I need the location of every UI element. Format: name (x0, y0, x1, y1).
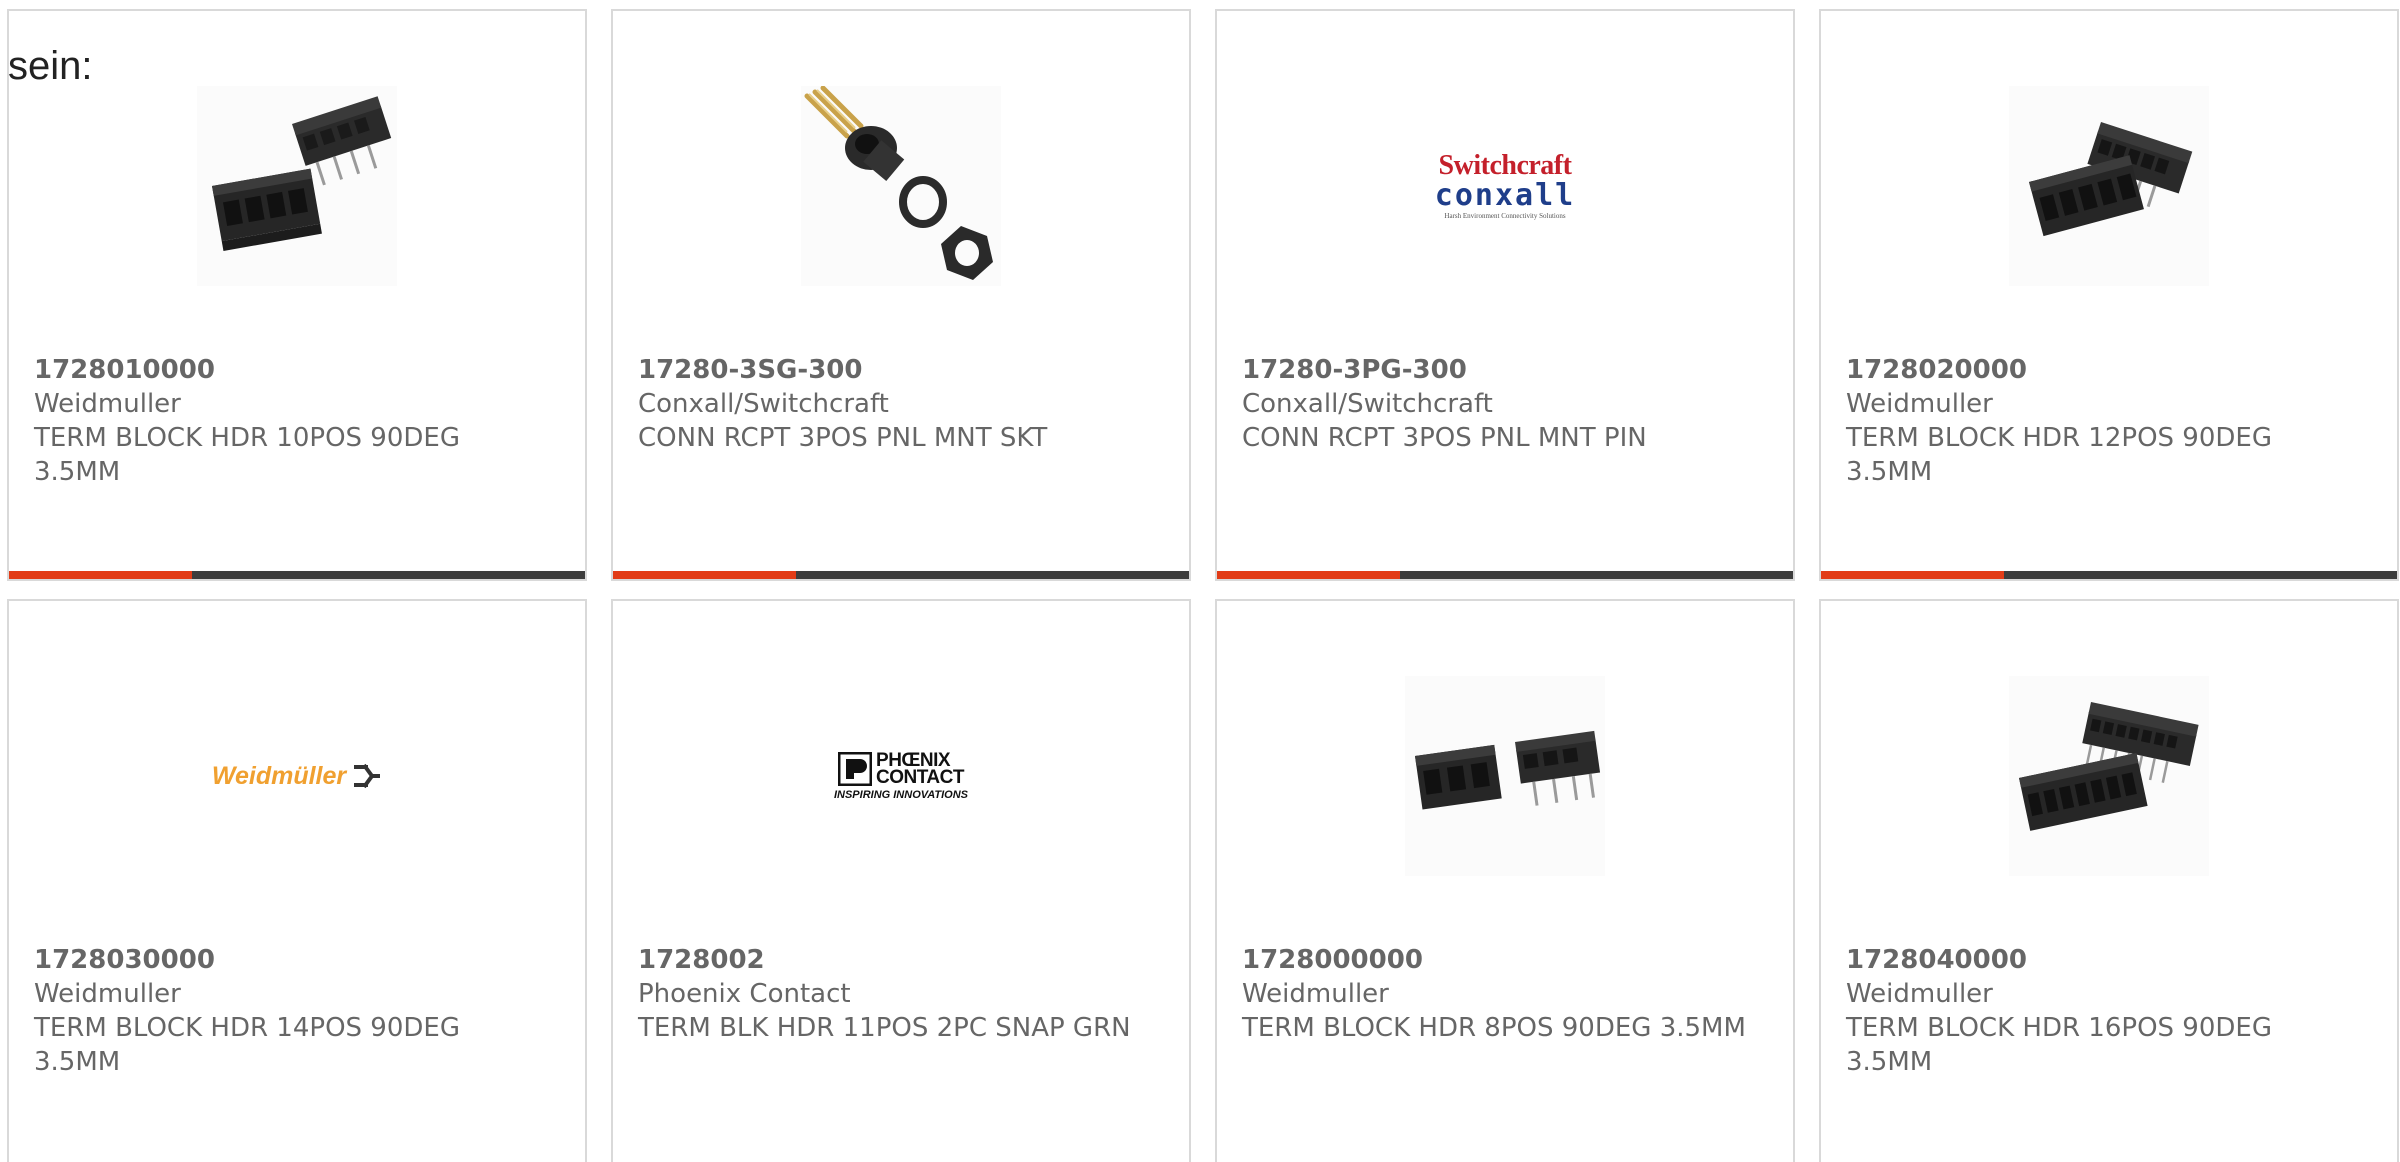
card-bottom-bar (1821, 571, 2397, 579)
manufacturer: Weidmuller (34, 389, 181, 419)
manufacturer: Conxall/Switchcraft (1242, 389, 1493, 419)
page: sein: 1728010000 Weidmuller TERM BLOCK H… (0, 0, 2400, 1162)
description: CONN RCPT 3POS PNL MNT SKT (638, 423, 1048, 453)
part-number[interactable]: 17280-3SG-300 (638, 353, 1158, 387)
description: TERM BLOCK HDR 12POS 90DEG 3.5MM (1846, 423, 2272, 487)
phoenix-mark-icon (838, 751, 873, 786)
product-info: 1728030000 Weidmuller TERM BLOCK HDR 14P… (34, 943, 554, 1079)
product-info: 1728000000 Weidmuller TERM BLOCK HDR 8PO… (1242, 943, 1762, 1045)
manufacturer: Weidmuller (1846, 389, 1993, 419)
product-image[interactable] (613, 86, 1189, 286)
product-card[interactable]: 1728020000 Weidmuller TERM BLOCK HDR 12P… (1819, 9, 2399, 581)
product-info: 1728040000 Weidmuller TERM BLOCK HDR 16P… (1846, 943, 2366, 1079)
logo-line1: PHŒNIX (876, 749, 951, 771)
manufacturer: Weidmuller (34, 979, 181, 1009)
card-bottom-bar (613, 571, 1189, 579)
product-info: 1728020000 Weidmuller TERM BLOCK HDR 12P… (1846, 353, 2366, 489)
part-number[interactable]: 1728010000 (34, 353, 554, 387)
description: TERM BLOCK HDR 14POS 90DEG 3.5MM (34, 1013, 460, 1077)
product-card[interactable]: 17280-3SG-300 Conxall/Switchcraft CONN R… (611, 9, 1191, 581)
product-info: 1728010000 Weidmuller TERM BLOCK HDR 10P… (34, 353, 554, 489)
product-image[interactable] (1821, 86, 2397, 286)
terminal-block-16pos-photo (2009, 676, 2209, 876)
weidmuller-logo: Weidmüller (197, 676, 397, 876)
manufacturer: Weidmuller (1846, 979, 1993, 1009)
product-image[interactable]: PHŒNIX CONTACT INSPIRING INNOVATIONS (613, 676, 1189, 876)
product-info: 17280-3SG-300 Conxall/Switchcraft CONN R… (638, 353, 1158, 455)
product-image[interactable] (1821, 676, 2397, 876)
part-number[interactable]: 1728002 (638, 943, 1158, 977)
product-card[interactable]: PHŒNIX CONTACT INSPIRING INNOVATIONS 172… (611, 599, 1191, 1162)
intro-text: sein: (8, 44, 93, 88)
logo-text: Weidmüller (211, 761, 347, 790)
part-number[interactable]: 1728000000 (1242, 943, 1762, 977)
description: TERM BLOCK HDR 16POS 90DEG 3.5MM (1846, 1013, 2272, 1077)
logo-tagline: INSPIRING INNOVATIONS (833, 788, 969, 801)
logo-line2: conxall (1434, 178, 1576, 213)
part-number[interactable]: 1728030000 (34, 943, 554, 977)
description: CONN RCPT 3POS PNL MNT PIN (1242, 423, 1647, 453)
description: TERM BLOCK HDR 10POS 90DEG 3.5MM (34, 423, 460, 487)
product-info: 17280-3PG-300 Conxall/Switchcraft CONN R… (1242, 353, 1762, 455)
description: TERM BLOCK HDR 8POS 90DEG 3.5MM (1242, 1013, 1746, 1043)
product-info: 1728002 Phoenix Contact TERM BLK HDR 11P… (638, 943, 1158, 1045)
terminal-block-12pos-photo (2009, 86, 2209, 286)
product-card[interactable]: 1728010000 Weidmuller TERM BLOCK HDR 10P… (7, 9, 587, 581)
product-card[interactable]: Switchcraft conxall Harsh Environment Co… (1215, 9, 1795, 581)
terminal-block-10pos-photo (197, 86, 397, 286)
product-card[interactable]: 1728000000 Weidmuller TERM BLOCK HDR 8PO… (1215, 599, 1795, 1162)
card-accent-bar (1217, 571, 1400, 579)
product-image[interactable] (9, 86, 585, 286)
phoenix-contact-logo: PHŒNIX CONTACT INSPIRING INNOVATIONS (801, 676, 1001, 876)
description: TERM BLK HDR 11POS 2PC SNAP GRN (638, 1013, 1131, 1043)
product-card[interactable]: 1728040000 Weidmuller TERM BLOCK HDR 16P… (1819, 599, 2399, 1162)
product-card[interactable]: Weidmüller 1728030000 Weidmuller TERM BL… (7, 599, 587, 1162)
card-accent-bar (9, 571, 192, 579)
product-image[interactable]: Weidmüller (9, 676, 585, 876)
part-number[interactable]: 1728020000 (1846, 353, 2366, 387)
product-image[interactable] (1217, 676, 1793, 876)
manufacturer: Conxall/Switchcraft (638, 389, 889, 419)
terminal-block-8pos-photo (1405, 676, 1605, 876)
card-accent-bar (1821, 571, 2004, 579)
part-number[interactable]: 1728040000 (1846, 943, 2366, 977)
manufacturer: Weidmuller (1242, 979, 1389, 1009)
switchcraft-conxall-logo: Switchcraft conxall Harsh Environment Co… (1405, 86, 1605, 286)
weidmuller-mark-icon (354, 763, 381, 789)
card-bottom-bar (1217, 571, 1793, 579)
card-bottom-bar (9, 571, 585, 579)
part-number[interactable]: 17280-3PG-300 (1242, 353, 1762, 387)
logo-line1: Switchcraft (1438, 150, 1572, 181)
logo-line2: CONTACT (876, 766, 964, 788)
panel-mount-receptacle-photo (801, 86, 1001, 286)
card-accent-bar (613, 571, 796, 579)
product-image[interactable]: Switchcraft conxall Harsh Environment Co… (1217, 86, 1793, 286)
manufacturer: Phoenix Contact (638, 979, 851, 1009)
